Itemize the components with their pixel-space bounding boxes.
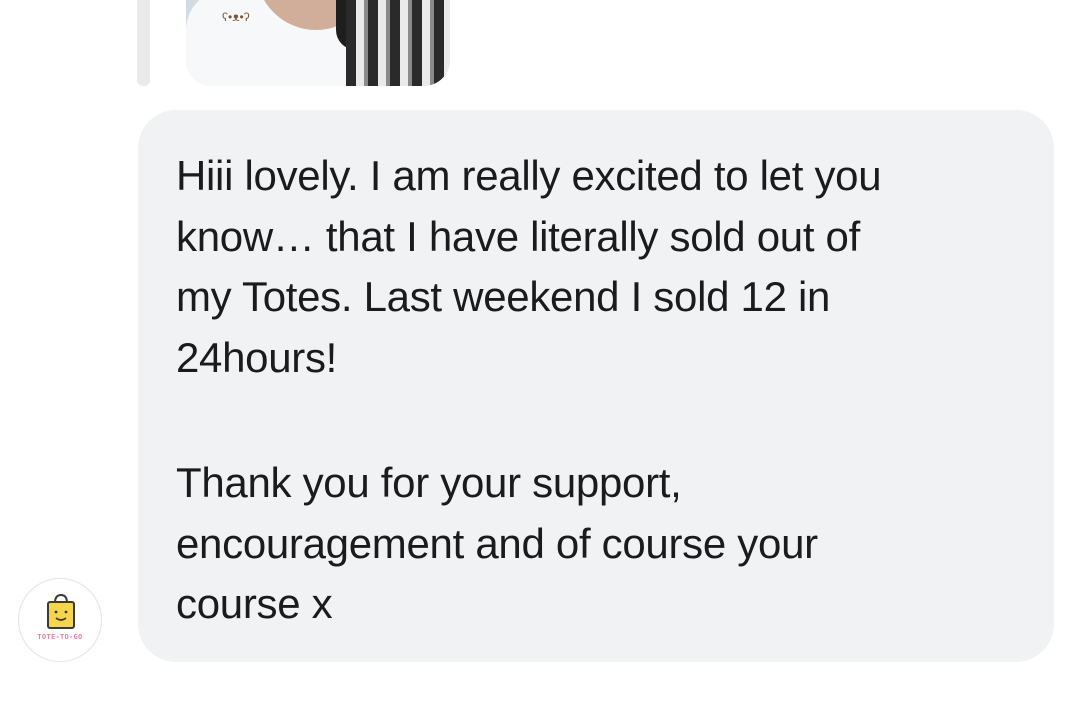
message-paragraph-1: Hiii lovely. I am really excited to let … [176,152,882,381]
sender-avatar[interactable]: TOTE-TO-GO [18,578,102,662]
tote-bag-logo-icon [47,593,75,629]
reply-photo-thumbnail[interactable]: ʕ•ᴥ•ʔ [186,0,450,86]
message-paragraph-2: Thank you for your support, encouragemen… [176,459,818,627]
avatar-logo-text: TOTE-TO-GO [37,633,83,641]
photo-charm-icon: ʕ•ᴥ•ʔ [222,10,250,24]
reply-indicator-bar [137,0,150,86]
photo-bag [346,0,450,86]
message-bubble[interactable]: Hiii lovely. I am really excited to let … [138,110,1054,662]
